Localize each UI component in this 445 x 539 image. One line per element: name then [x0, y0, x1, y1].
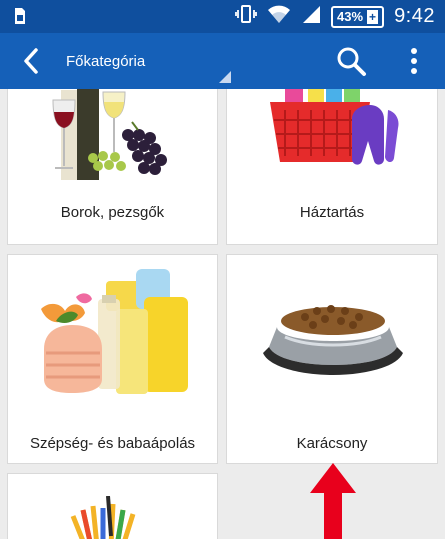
category-card-christmas[interactable]: Karácsony — [226, 254, 438, 464]
category-grid: Borok, pezsgők Háztartás Szépség- és bab… — [0, 89, 445, 539]
category-card-wines[interactable]: Borok, pezsgők — [7, 89, 218, 245]
app-bar: Főkategória — [0, 33, 445, 89]
dropdown-corner-icon — [219, 71, 231, 83]
category-card-beauty[interactable]: Szépség- és babaápolás — [7, 254, 218, 464]
overflow-menu-icon[interactable] — [404, 47, 424, 75]
back-arrow-icon[interactable] — [18, 47, 46, 75]
sim-icon — [14, 7, 26, 30]
category-label: Szépség- és babaápolás — [29, 435, 196, 452]
cleaning-basket-image — [270, 89, 399, 165]
wine-image — [52, 89, 167, 180]
category-dropdown[interactable]: Főkategória — [66, 33, 231, 89]
category-card-office[interactable] — [7, 473, 218, 539]
arrow-up-icon — [310, 463, 356, 539]
status-bar: 43% + 9:42 — [0, 0, 445, 33]
search-icon[interactable] — [335, 45, 367, 77]
category-label: Karácsony — [296, 435, 368, 452]
pencils-image — [70, 496, 136, 539]
clock: 9:42 — [394, 5, 435, 27]
pet-food-bowl-image — [263, 305, 403, 375]
category-label: Borok, pezsgők — [60, 204, 165, 221]
category-label: Háztartás — [299, 204, 365, 221]
category-card-household[interactable]: Háztartás — [226, 89, 438, 245]
charging-indicator: + — [367, 9, 379, 24]
battery-level: 43% — [337, 9, 364, 24]
page-title: Főkategória — [66, 53, 146, 70]
wifi-icon — [267, 4, 291, 29]
battery-icon: 43% + — [331, 5, 385, 28]
beauty-products-image — [41, 269, 188, 394]
signal-icon — [301, 4, 321, 29]
vibrate-icon — [235, 4, 257, 29]
